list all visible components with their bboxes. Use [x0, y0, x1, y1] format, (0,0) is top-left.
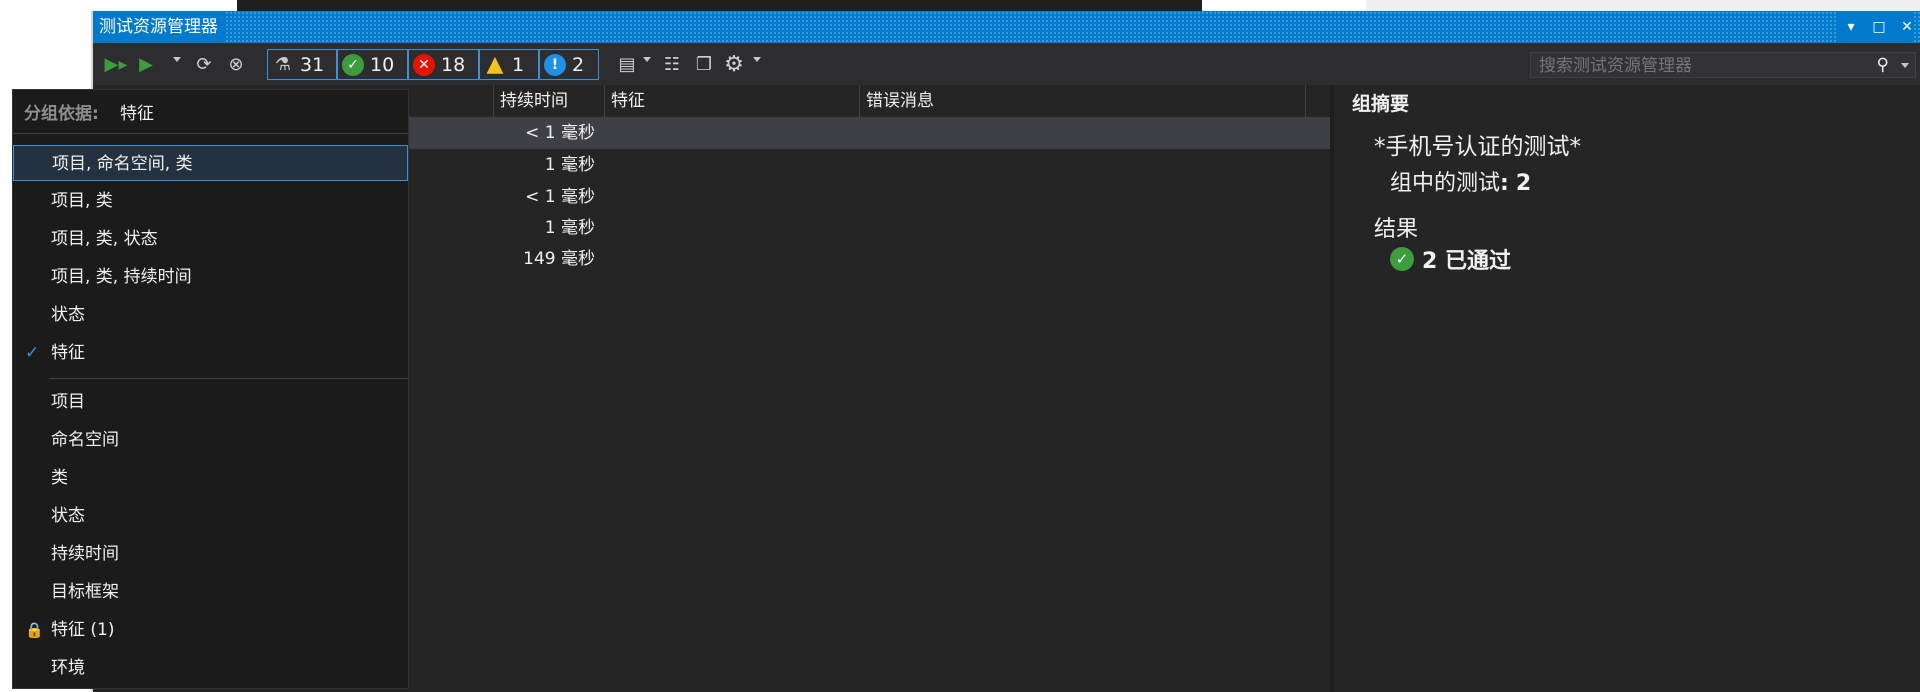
- lock-icon: 🔒: [25, 621, 44, 639]
- menu-divider: [13, 133, 408, 134]
- group-by-menu: 分组依据: 特征 项目, 命名空间, 类 项目, 类 项目, 类, 状态 项目,…: [12, 89, 409, 689]
- menu-item-label: 状态: [51, 305, 85, 325]
- toolbar: ▶▸ ▶ ⟳ ⊗ ⚗ 31 ✓ 10 ✕ 18 ▲ 1 ! 2 ▤ ☷ ❐ ⚙: [93, 43, 1920, 85]
- results-label: 结果: [1374, 217, 1419, 242]
- menu-item-label: 类: [51, 468, 68, 488]
- duration-cell: 1 毫秒: [544, 155, 595, 175]
- window-controls: ▾ □ ✕: [1836, 11, 1914, 43]
- passed-check-icon: ✓: [1390, 247, 1414, 271]
- column-header-traits[interactable]: 特征: [605, 85, 860, 117]
- menu-item-field-traits[interactable]: 🔒 特征 (1): [13, 612, 408, 648]
- menu-item-label: 项目, 类: [51, 191, 113, 211]
- menu-item-field-namespace[interactable]: 命名空间: [13, 422, 408, 458]
- menu-item-field-environment[interactable]: 环境: [13, 650, 408, 686]
- all-tests-counter[interactable]: ⚗ 31: [267, 49, 337, 80]
- menu-item-traits[interactable]: ✓ 特征: [13, 335, 408, 371]
- duration-cell: < 1 毫秒: [525, 187, 595, 207]
- group-by-current-value: 特征: [120, 104, 154, 124]
- search-icon[interactable]: ⚲: [1877, 55, 1889, 75]
- menu-item-project-namespace-class[interactable]: 项目, 命名空间, 类: [13, 145, 408, 181]
- passed-counter[interactable]: ✓ 10: [337, 49, 408, 80]
- columns-icon[interactable]: ❐: [693, 51, 715, 77]
- all-tests-count: 31: [300, 53, 325, 76]
- passed-result-text: 2 已通过: [1422, 249, 1511, 274]
- flask-icon: ⚗: [274, 54, 292, 75]
- title-bar[interactable]: 测试资源管理器 ▾ □ ✕: [93, 11, 1920, 43]
- run-all-icon[interactable]: ▶▸: [103, 51, 129, 77]
- column-header-error-message[interactable]: 错误消息: [860, 85, 1306, 117]
- group-test-count: 组中的测试: 2: [1390, 165, 1531, 197]
- duration-cell: 149 毫秒: [523, 249, 595, 269]
- menu-item-field-state[interactable]: 状态: [13, 498, 408, 534]
- warning-count: 1: [512, 53, 525, 76]
- menu-item-label: 持续时间: [51, 544, 119, 564]
- group-by-menu-header: 分组依据: 特征: [13, 90, 408, 133]
- menu-item-state[interactable]: 状态: [13, 297, 408, 333]
- menu-item-field-project[interactable]: 项目: [13, 384, 408, 420]
- gear-icon[interactable]: ⚙: [721, 51, 747, 77]
- warning-counter[interactable]: ▲ 1: [479, 49, 539, 80]
- menu-item-project-class[interactable]: 项目, 类: [13, 183, 408, 219]
- menu-item-label: 环境: [51, 658, 85, 678]
- info-icon: !: [544, 53, 566, 76]
- group-count-separator: :: [1500, 171, 1509, 196]
- run-icon[interactable]: ▶: [135, 51, 157, 77]
- failed-count: 18: [441, 53, 466, 76]
- playlist-icon[interactable]: ▤: [615, 51, 639, 77]
- group-count-label: 组中的测试: [1390, 171, 1501, 196]
- passed-icon: ✓: [342, 53, 364, 76]
- checkmark-icon: ✓: [25, 343, 40, 363]
- cancel-run-icon[interactable]: ⊗: [223, 51, 249, 77]
- menu-item-project-class-duration[interactable]: 项目, 类, 持续时间: [13, 259, 408, 295]
- menu-item-label: 项目, 类, 持续时间: [51, 267, 192, 287]
- window-position-dropdown-icon[interactable]: ▾: [1844, 19, 1858, 35]
- menu-item-label: 状态: [51, 506, 85, 526]
- playlist-dropdown-icon[interactable]: [643, 57, 651, 62]
- editor-background: [237, 0, 1202, 11]
- group-by-icon[interactable]: ☷: [659, 51, 685, 77]
- passed-count: 10: [370, 53, 395, 76]
- maximize-icon[interactable]: □: [1872, 19, 1886, 35]
- menu-item-label: 项目, 命名空间, 类: [52, 154, 193, 174]
- duration-cell: 1 毫秒: [544, 218, 595, 238]
- summary-heading: 组摘要: [1352, 93, 1410, 115]
- passed-result[interactable]: ✓ 2 已通过: [1390, 243, 1511, 275]
- failed-icon: ✕: [413, 53, 435, 76]
- window-title: 测试资源管理器: [93, 11, 226, 43]
- repeat-last-run-icon[interactable]: ⟳: [191, 51, 217, 77]
- menu-item-label: 命名空间: [51, 430, 119, 450]
- background-panel: [1366, 0, 1920, 11]
- search-box[interactable]: ⚲: [1530, 52, 1916, 79]
- run-dropdown-icon[interactable]: [173, 57, 181, 62]
- group-count-value: 2: [1515, 171, 1532, 196]
- group-name: *手机号认证的测试*: [1374, 134, 1581, 160]
- settings-dropdown-icon[interactable]: [753, 57, 761, 62]
- warning-icon: ▲: [486, 52, 504, 77]
- group-by-label: 分组依据:: [24, 104, 99, 124]
- group-summary-pane: 组摘要 *手机号认证的测试* 组中的测试: 2 结果 ✓ 2 已通过: [1334, 85, 1920, 692]
- grid-header-divider: [1305, 85, 1306, 117]
- menu-item-label: 目标框架: [51, 582, 119, 602]
- failed-counter[interactable]: ✕ 18: [408, 49, 479, 80]
- menu-item-field-target-framework[interactable]: 目标框架: [13, 574, 408, 610]
- menu-item-label: 特征 (1): [51, 620, 115, 640]
- menu-item-label: 项目, 类, 状态: [51, 229, 158, 249]
- info-counter[interactable]: ! 2: [539, 49, 599, 80]
- column-header-duration[interactable]: 持续时间: [493, 85, 605, 117]
- close-icon[interactable]: ✕: [1900, 19, 1914, 35]
- search-options-dropdown-icon[interactable]: [1901, 63, 1909, 68]
- menu-item-field-duration[interactable]: 持续时间: [13, 536, 408, 572]
- menu-item-project-class-state[interactable]: 项目, 类, 状态: [13, 221, 408, 257]
- info-count: 2: [572, 53, 585, 76]
- duration-cell: < 1 毫秒: [525, 123, 595, 143]
- menu-item-field-class[interactable]: 类: [13, 460, 408, 496]
- menu-item-label: 项目: [51, 392, 85, 412]
- search-input[interactable]: [1531, 53, 1871, 79]
- menu-divider: [49, 378, 408, 379]
- menu-item-label: 特征: [51, 343, 85, 363]
